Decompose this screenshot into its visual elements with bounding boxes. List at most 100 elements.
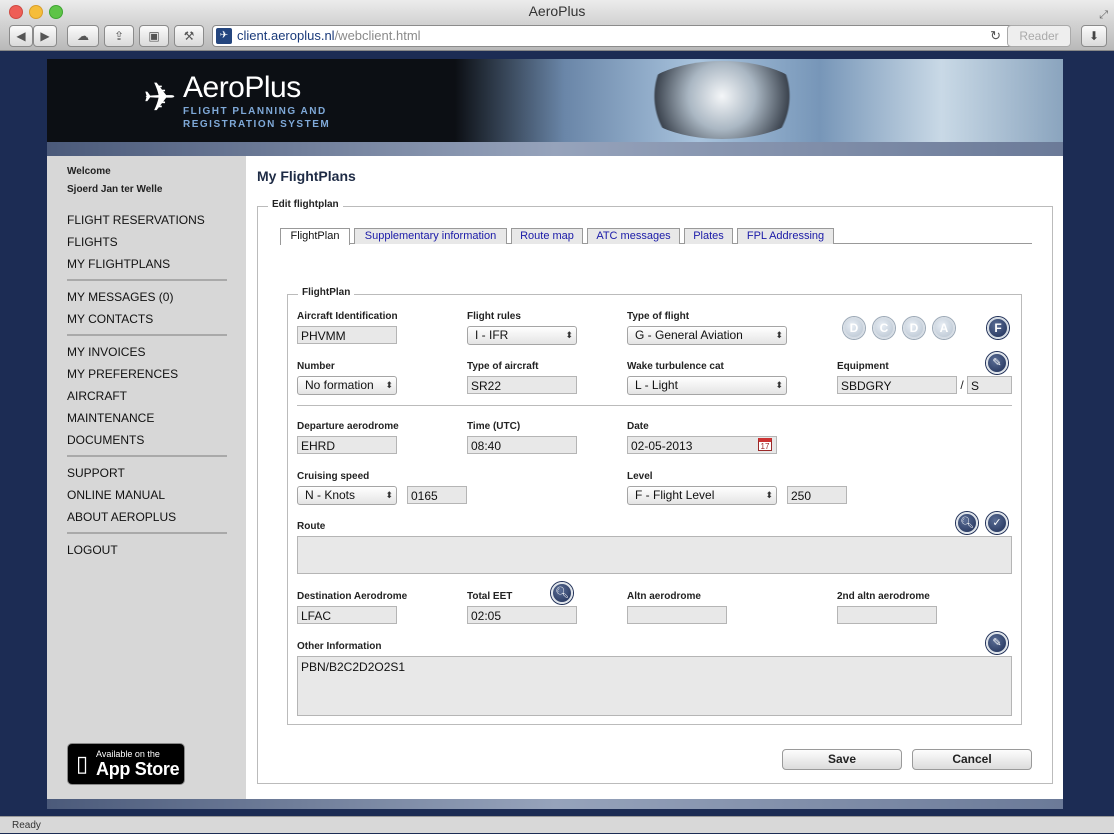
departure-label: Departure aerodrome — [297, 421, 399, 432]
nav-my-flightplans[interactable]: MY FLIGHTPLANS — [67, 257, 170, 271]
reader-button[interactable]: Reader — [1007, 25, 1071, 47]
flight-rules-label: Flight rules — [467, 311, 521, 322]
route-textarea[interactable] — [297, 536, 1012, 574]
equipment-input[interactable]: SBDGRY — [837, 376, 957, 394]
back-arrow-icon: ◀ — [16, 29, 26, 43]
equipment-label: Equipment — [837, 361, 889, 372]
wrench-icon: ⚒ — [183, 29, 195, 43]
date-input[interactable]: 02-05-2013 — [627, 436, 777, 454]
nav-online-manual[interactable]: ONLINE MANUAL — [67, 488, 165, 502]
route-validate-icon[interactable]: ✓ — [986, 512, 1008, 534]
nav-my-preferences[interactable]: MY PREFERENCES — [67, 367, 178, 381]
url-text: client.aeroplus.nl/webclient.html — [237, 28, 421, 43]
cruising-speed-label: Cruising speed — [297, 471, 370, 482]
share-button[interactable]: ⇪ — [104, 25, 134, 47]
select-arrows-icon: ⬍ — [775, 380, 783, 390]
downloads-button[interactable]: ⬇ — [1081, 25, 1107, 47]
app-store-badge[interactable]: ▯ Available on the App Store — [67, 743, 185, 785]
page: ✈ AeroPlus FLIGHT PLANNING AND REGISTRAT… — [47, 59, 1063, 809]
zoom-window-button[interactable] — [49, 5, 63, 19]
window-title: AeroPlus — [528, 3, 586, 19]
time-input[interactable]: 08:40 — [467, 436, 577, 454]
nav-flights[interactable]: FLIGHTS — [67, 235, 118, 249]
nav-support[interactable]: SUPPORT — [67, 466, 125, 480]
appstore-line1: Available on the — [96, 749, 160, 759]
level-input[interactable]: 250 — [787, 486, 847, 504]
icloud-tabs-button[interactable]: ☁ — [67, 25, 99, 47]
edit-equipment-icon[interactable]: ✎ — [986, 352, 1008, 374]
main-content: My FlightPlans Edit flightplan FlightPla… — [246, 156, 1063, 799]
tab-flightplan[interactable]: FlightPlan — [280, 228, 350, 245]
number-select[interactable]: No formation ⬍ — [297, 376, 397, 395]
nav-about-aeroplus[interactable]: ABOUT AEROPLUS — [67, 510, 176, 524]
equipment-surveillance-input[interactable]: S — [967, 376, 1012, 394]
nav-maintenance[interactable]: MAINTENANCE — [67, 411, 154, 425]
back-button[interactable]: ◀ — [9, 25, 33, 47]
page-button[interactable]: ▣ — [139, 25, 169, 47]
select-arrows-icon: ⬍ — [565, 330, 573, 340]
sidebar: Welcome Sjoerd Jan ter Welle FLIGHT RESE… — [47, 156, 246, 799]
nav-my-contacts[interactable]: MY CONTACTS — [67, 312, 153, 326]
phone-icon: ▯ — [76, 751, 89, 776]
sidebar-divider — [67, 455, 227, 457]
destination-input[interactable]: LFAC — [297, 606, 397, 624]
form-divider — [297, 405, 1012, 406]
calendar-icon[interactable]: 17 — [758, 438, 772, 451]
forward-button[interactable]: ▶ — [33, 25, 57, 47]
date-label: Date — [627, 421, 649, 432]
destination-label: Destination Aerodrome — [297, 591, 408, 602]
forward-arrow-icon: ▶ — [40, 29, 50, 43]
type-of-flight-select[interactable]: G - General Aviation ⬍ — [627, 326, 787, 345]
reload-icon[interactable]: ↻ — [990, 26, 1001, 46]
appstore-line2: App Store — [96, 759, 180, 779]
nav-logout[interactable]: LOGOUT — [67, 543, 118, 557]
save-button[interactable]: Save — [782, 749, 902, 770]
cruising-speed-unit-select[interactable]: N - Knots ⬍ — [297, 486, 397, 505]
edit-other-info-icon[interactable]: ✎ — [986, 632, 1008, 654]
aircraft-id-input[interactable]: PHVMM — [297, 326, 397, 344]
nav-my-invoices[interactable]: MY INVOICES — [67, 345, 145, 359]
page-title: My FlightPlans — [257, 168, 356, 184]
cancel-button[interactable]: Cancel — [912, 749, 1032, 770]
user-name: Sjoerd Jan ter Welle — [67, 184, 163, 195]
tab-atc-messages[interactable]: ATC messages — [587, 228, 680, 244]
tab-fpl-addressing[interactable]: FPL Addressing — [737, 228, 834, 244]
type-of-flight-label: Type of flight — [627, 311, 690, 322]
brand-tagline: FLIGHT PLANNING AND REGISTRATION SYSTEM — [183, 106, 331, 130]
number-label: Number — [297, 361, 335, 372]
nav-flight-reservations[interactable]: FLIGHT RESERVATIONS — [67, 213, 205, 227]
select-arrows-icon: ⬍ — [765, 490, 773, 500]
wake-select[interactable]: L - Light ⬍ — [627, 376, 787, 395]
address-bar[interactable]: ✈ client.aeroplus.nl/webclient.html ↻ — [212, 25, 1028, 47]
type-of-aircraft-input[interactable]: SR22 — [467, 376, 577, 394]
cruising-speed-input[interactable]: 0165 — [407, 486, 467, 504]
tab-supplementary-information[interactable]: Supplementary information — [354, 228, 507, 244]
share-icon: ⇪ — [113, 29, 125, 43]
aircraft-id-label: Aircraft Identification — [297, 311, 398, 322]
tab-route-map[interactable]: Route map — [511, 228, 583, 244]
altn2-input[interactable] — [837, 606, 937, 624]
level-unit-select[interactable]: F - Flight Level ⬍ — [627, 486, 777, 505]
close-window-button[interactable] — [9, 5, 23, 19]
equipment-separator: / — [960, 378, 964, 392]
nav-documents[interactable]: DOCUMENTS — [67, 433, 144, 447]
select-arrows-icon: ⬍ — [385, 380, 393, 390]
edit-flightplan-legend: Edit flightplan — [268, 199, 343, 210]
total-eet-input[interactable]: 02:05 — [467, 606, 577, 624]
nav-my-messages[interactable]: MY MESSAGES (0) — [67, 290, 173, 304]
route-label: Route — [297, 521, 326, 532]
other-info-textarea[interactable]: PBN/B2C2D2O2S1 — [297, 656, 1012, 716]
tab-plates[interactable]: Plates — [684, 228, 733, 244]
altn-input[interactable] — [627, 606, 727, 624]
route-search-icon[interactable]: 🔍︎ — [956, 512, 978, 534]
eet-search-icon[interactable]: 🔍︎ — [551, 582, 573, 604]
level-label: Level — [627, 471, 653, 482]
nav-aircraft[interactable]: AIRCRAFT — [67, 389, 127, 403]
departure-input[interactable]: EHRD — [297, 436, 397, 454]
sidebar-divider — [67, 279, 227, 281]
minimize-window-button[interactable] — [29, 5, 43, 19]
settings-button[interactable]: ⚒ — [174, 25, 204, 47]
wake-label: Wake turbulence cat — [627, 361, 724, 372]
flight-rules-select[interactable]: I - IFR ⬍ — [467, 326, 577, 345]
page-icon: ▣ — [148, 29, 160, 43]
